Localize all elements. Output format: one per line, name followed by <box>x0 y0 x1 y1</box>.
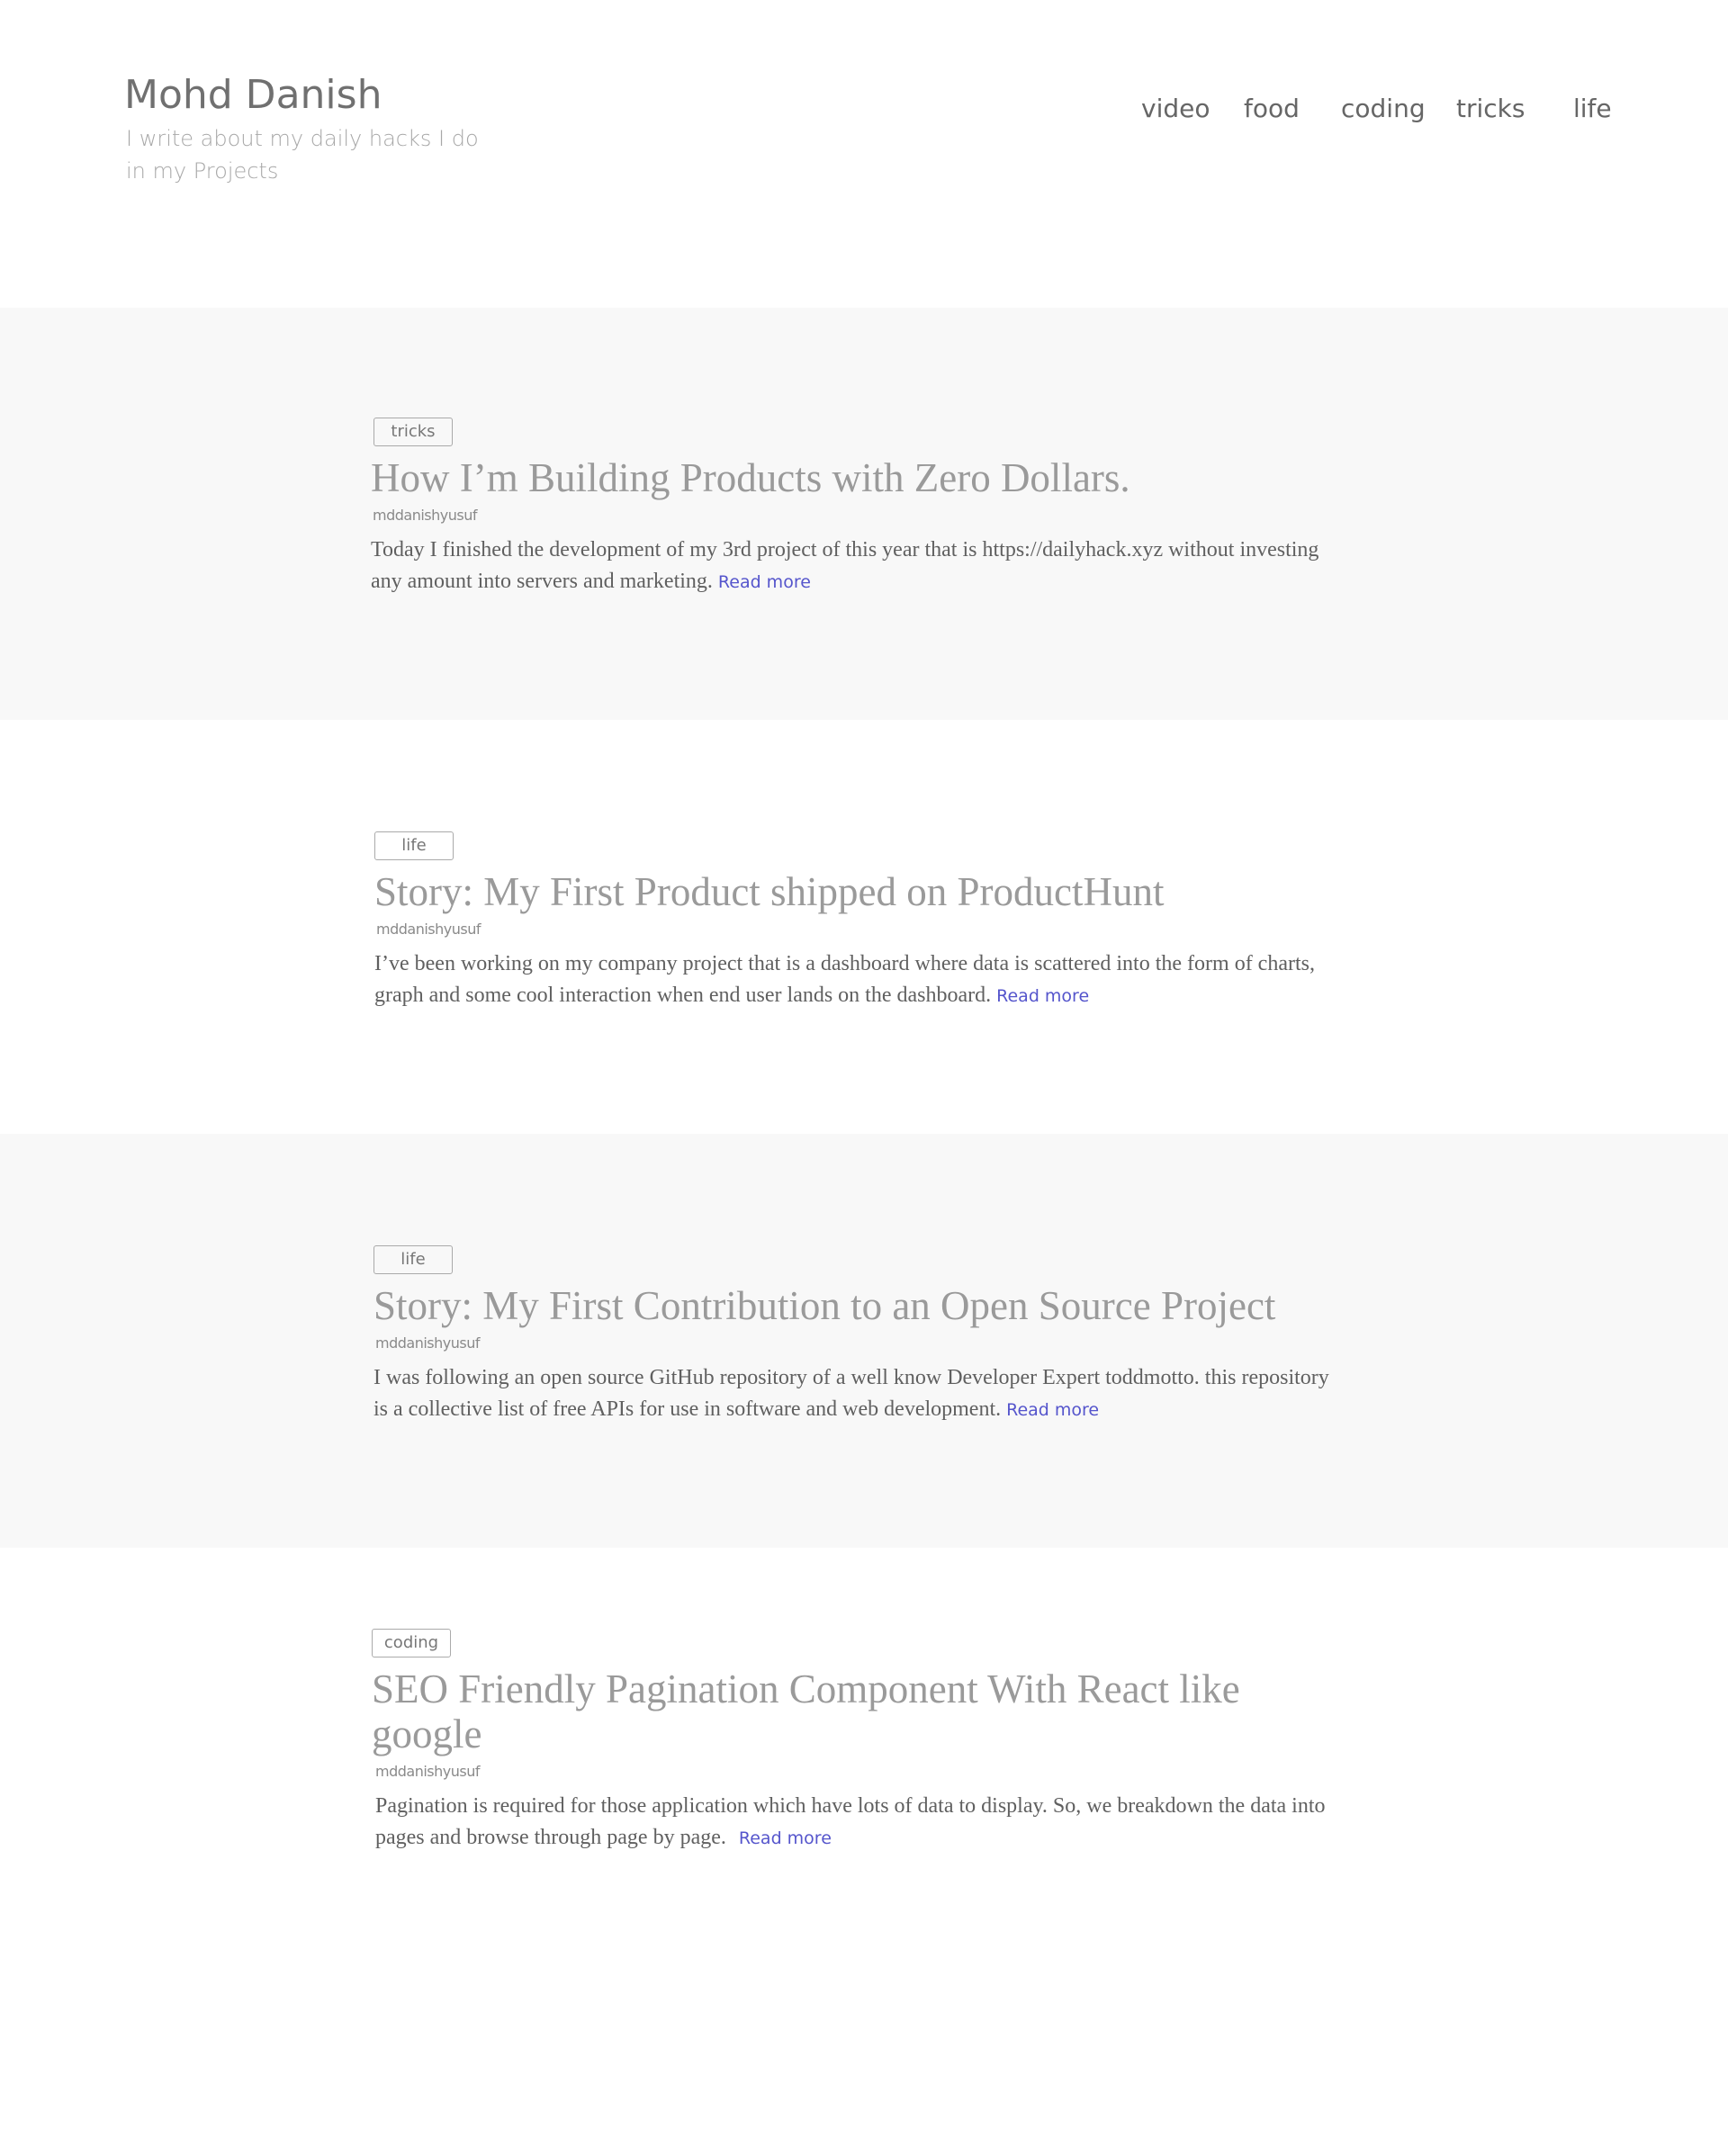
post-section: coding SEO Friendly Pagination Component… <box>0 1548 1728 2156</box>
category-tag[interactable]: coding <box>372 1629 451 1657</box>
post-author: mddanishyusuf <box>375 1334 480 1352</box>
main-nav: video food coding tricks life <box>1080 86 1638 131</box>
site-header: Mohd Danish I write about my daily hacks… <box>0 0 1728 308</box>
site-title[interactable]: Mohd Danish <box>124 68 382 122</box>
post-excerpt-text: I was following an open source GitHub re… <box>374 1366 1329 1421</box>
nav-link-food[interactable]: food <box>1244 86 1300 131</box>
nav-link-life[interactable]: life <box>1573 86 1612 131</box>
read-more-link[interactable]: Read more <box>739 1828 832 1848</box>
nav-link-coding[interactable]: coding <box>1341 86 1426 131</box>
post-card: life Story: My First Contribution to an … <box>374 1245 1346 1426</box>
read-more-link[interactable]: Read more <box>718 572 811 592</box>
post-title[interactable]: How I’m Building Products with Zero Doll… <box>371 455 1343 500</box>
post-title[interactable]: SEO Friendly Pagination Component With R… <box>372 1666 1344 1756</box>
post-author: mddanishyusuf <box>376 921 481 938</box>
post-section: life Story: My First Contribution to an … <box>0 1134 1728 1548</box>
post-author: mddanishyusuf <box>375 1763 480 1780</box>
post-title[interactable]: Story: My First Product shipped on Produ… <box>374 869 1346 914</box>
post-excerpt: Pagination is required for those applica… <box>375 1791 1344 1855</box>
category-tag[interactable]: tricks <box>374 418 453 446</box>
category-tag[interactable]: life <box>374 831 454 860</box>
post-card: life Story: My First Product shipped on … <box>374 831 1346 1012</box>
nav-link-tricks[interactable]: tricks <box>1456 86 1525 131</box>
post-section: life Story: My First Product shipped on … <box>0 720 1728 1134</box>
post-author: mddanishyusuf <box>373 507 477 524</box>
post-section: tricks How I’m Building Products with Ze… <box>0 308 1728 720</box>
post-excerpt: I was following an open source GitHub re… <box>374 1362 1346 1426</box>
post-excerpt: Today I finished the development of my 3… <box>371 535 1343 598</box>
post-title[interactable]: Story: My First Contribution to an Open … <box>374 1283 1346 1328</box>
category-tag[interactable]: life <box>374 1245 453 1274</box>
post-card: tricks How I’m Building Products with Ze… <box>371 418 1343 598</box>
nav-link-video[interactable]: video <box>1141 86 1210 131</box>
post-excerpt-text: Today I finished the development of my 3… <box>371 538 1319 593</box>
post-excerpt-text: Pagination is required for those applica… <box>375 1794 1326 1849</box>
post-excerpt-text: I’ve been working on my company project … <box>374 952 1315 1007</box>
post-card: coding SEO Friendly Pagination Component… <box>372 1629 1344 1855</box>
read-more-link[interactable]: Read more <box>996 986 1089 1006</box>
site-tagline: I write about my daily hacks I do in my … <box>126 126 479 184</box>
read-more-link[interactable]: Read more <box>1006 1400 1099 1420</box>
post-excerpt: I’ve been working on my company project … <box>374 948 1346 1012</box>
